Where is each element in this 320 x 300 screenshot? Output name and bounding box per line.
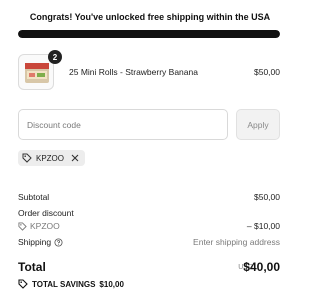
- subtotal-value: $50,00: [254, 192, 280, 202]
- discount-code-input[interactable]: [18, 109, 228, 140]
- apply-discount-button[interactable]: Apply: [236, 109, 280, 140]
- product-name: 25 Mini Rolls - Strawberry Banana: [69, 67, 198, 77]
- total-savings: TOTAL SAVINGS $10,00: [18, 279, 124, 289]
- order-discount-row: KPZOO – $10,00: [18, 221, 280, 231]
- tag-icon: [22, 153, 32, 163]
- order-discount-value: – $10,00: [246, 221, 280, 231]
- applied-discount-chip: KPZOO: [18, 150, 86, 166]
- subtotal-label: Subtotal: [18, 192, 50, 202]
- quantity-badge: 2: [48, 50, 62, 64]
- order-discount-label-row: Order discount: [18, 208, 280, 218]
- product-price: $50,00: [254, 67, 280, 77]
- applied-discount-code: KPZOO: [36, 153, 65, 163]
- free-shipping-message: Congrats! You've unlocked free shipping …: [29, 12, 271, 22]
- order-discount-code: KPZOO: [30, 221, 60, 231]
- shipping-label: Shipping: [18, 237, 52, 247]
- total-value: $40,00: [243, 260, 280, 274]
- shipping-progress-bar: [18, 30, 280, 38]
- subtotal-row: Subtotal $50,00: [18, 192, 280, 202]
- remove-discount-button[interactable]: [70, 154, 79, 163]
- shipping-value: Enter shipping address: [193, 237, 280, 247]
- order-discount-label: Order discount: [18, 208, 74, 218]
- shipping-row: Shipping Enter shipping address: [18, 237, 280, 247]
- total-savings-value: $10,00: [99, 279, 124, 289]
- tag-icon: [18, 221, 27, 231]
- help-circle-icon[interactable]: [54, 237, 63, 247]
- cart-line-item: 2 25 Mini Rolls - Strawberry Banana $50,…: [18, 50, 280, 90]
- total-label: Total: [18, 260, 46, 274]
- close-icon: [71, 154, 78, 162]
- total-savings-label: TOTAL SAVINGS: [32, 279, 96, 289]
- shipping-progress-fill: [18, 30, 280, 38]
- tag-icon: [18, 279, 28, 289]
